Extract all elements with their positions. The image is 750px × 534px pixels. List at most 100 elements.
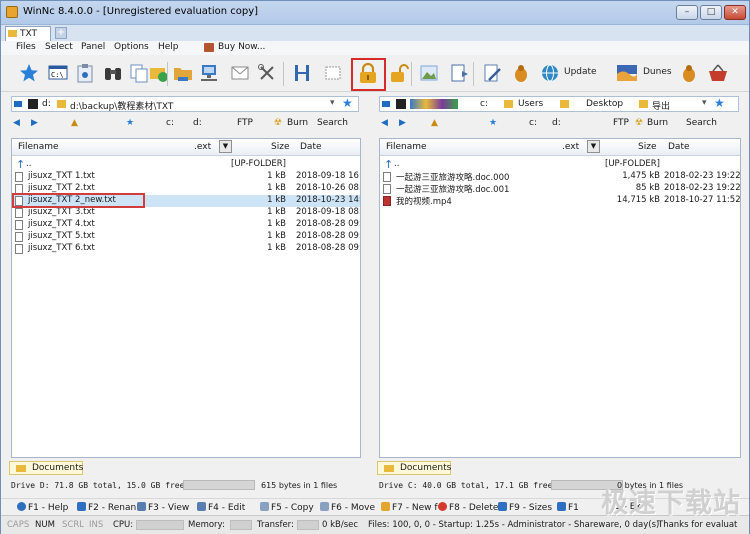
network-computer-icon[interactable] (197, 60, 221, 86)
up-folder-icon[interactable]: ▲ (71, 118, 78, 128)
bug-icon[interactable] (677, 60, 701, 86)
folder-network-icon[interactable] (171, 60, 195, 86)
col-filename[interactable]: Filename (386, 142, 427, 152)
drive-c-button[interactable]: c: (166, 118, 174, 128)
f3-view-button[interactable]: F3 - View (137, 502, 189, 513)
ftp-button[interactable]: FTP (237, 118, 253, 128)
column-dropdown-button[interactable]: ▼ (219, 140, 232, 153)
left-file-panel[interactable]: Filename .ext ▼ Size Date ↑.. [UP-FOLDER]… (11, 138, 361, 458)
column-dropdown-button[interactable]: ▼ (587, 140, 600, 153)
file-row[interactable]: 我的视频.mp4 14,715 kB 2018-10-27 11:52 (380, 195, 740, 207)
envelope-compress-icon[interactable] (228, 60, 252, 86)
favorite-star-icon[interactable]: ★ (714, 96, 725, 110)
page-icon[interactable] (321, 60, 345, 86)
file-row[interactable]: ↑.. [UP-FOLDER] (380, 159, 740, 171)
dunes-icon[interactable] (615, 60, 639, 86)
file-name: .. (26, 159, 32, 169)
file-row[interactable]: jisuxz_TXT 3.txt 1 kB 2018-09-18 08:31 (12, 207, 360, 219)
left-address-bar[interactable]: d: d:\backup\教程素材\TXT ▾ ★ (11, 96, 359, 112)
file-row[interactable]: 一起游三亚旅游攻略.doc.000 1,475 kB 2018-02-23 19:2… (380, 171, 740, 183)
f6-move-button[interactable]: F6 - Move (320, 502, 375, 513)
split-file-icon[interactable] (255, 60, 279, 86)
path-desktop[interactable]: Desktop (586, 99, 623, 109)
unlock-icon[interactable] (387, 60, 411, 86)
shopping-basket-icon[interactable] (706, 60, 730, 86)
close-button[interactable]: ✕ (724, 5, 746, 20)
clipboard-info-icon[interactable] (73, 60, 97, 86)
menu-help[interactable]: Help (158, 42, 179, 52)
binoculars-icon[interactable] (101, 60, 125, 86)
dropdown-icon[interactable]: ▾ (330, 98, 335, 108)
documents-tab[interactable]: Documents (9, 461, 83, 475)
back-arrow-icon[interactable] (382, 101, 390, 107)
menu-select[interactable]: Select (45, 42, 73, 52)
edit-document-icon[interactable] (480, 60, 504, 86)
right-file-panel[interactable]: Filename .ext ▼ Size Date ↑.. [UP-FOLDER]… (379, 138, 741, 458)
documents-tab[interactable]: Documents (377, 461, 451, 475)
nav-back-icon[interactable]: ◀ (13, 118, 20, 128)
file-row[interactable]: jisuxz_TXT 5.txt 1 kB 2018-08-28 09:20 (12, 231, 360, 243)
file-row[interactable]: jisuxz_TXT 6.txt 1 kB 2018-08-28 09:20 (12, 243, 360, 255)
file-row[interactable]: jisuxz_TXT 1.txt 1 kB 2018-09-18 16:37 (12, 171, 360, 183)
dropdown-icon[interactable]: ▾ (702, 98, 707, 108)
f8-delete-button[interactable]: F8 - Delete (438, 502, 498, 513)
search-button[interactable]: Search (317, 118, 348, 128)
favorite-star-icon[interactable]: ★ (126, 118, 134, 128)
title-bar[interactable]: WinNc 8.4.0.0 - [Unregistered evaluation… (1, 1, 749, 25)
maximize-button[interactable]: □ (700, 5, 722, 20)
f5-copy-button[interactable]: F5 - Copy (260, 502, 314, 513)
f4-edit-button[interactable]: F4 - Edit (197, 502, 245, 513)
col-ext[interactable]: .ext (194, 142, 211, 152)
menu-buy-now[interactable]: Buy Now... (218, 42, 265, 52)
menu-panel[interactable]: Panel (81, 42, 105, 52)
col-ext[interactable]: .ext (562, 142, 579, 152)
favorites-star-icon[interactable] (17, 60, 41, 86)
minimize-button[interactable]: – (676, 5, 698, 20)
col-size[interactable]: Size (638, 142, 656, 152)
menu-files[interactable]: Files (16, 42, 36, 52)
burn-button[interactable]: Burn (287, 118, 308, 128)
favorite-star-icon[interactable]: ★ (342, 96, 353, 110)
path-drive[interactable]: c: (480, 99, 488, 109)
file-row[interactable]: ↑.. [UP-FOLDER] (12, 159, 360, 171)
tab-txt[interactable]: TXT (5, 26, 51, 41)
favorite-star-icon[interactable]: ★ (489, 118, 497, 128)
picture-icon[interactable] (417, 60, 441, 86)
menu-options[interactable]: Options (114, 42, 149, 52)
command-prompt-icon[interactable]: C:\ (46, 60, 70, 86)
update-label[interactable]: Update (564, 67, 597, 77)
drive-c-button[interactable]: c: (529, 118, 537, 128)
f2-rename-button[interactable]: F2 - Renan (77, 502, 136, 513)
globe-update-icon[interactable] (538, 60, 562, 86)
burn-button[interactable]: Burn (647, 118, 668, 128)
num-indicator: NUM (35, 520, 55, 530)
up-folder-icon[interactable]: ▲ (431, 118, 438, 128)
path-users[interactable]: Users (518, 99, 543, 109)
ftp-button[interactable]: FTP (613, 118, 629, 128)
add-tab-button[interactable]: + (55, 27, 67, 39)
path-export[interactable]: 导出 (652, 99, 670, 112)
bug-icon[interactable] (509, 60, 533, 86)
col-size[interactable]: Size (271, 142, 289, 152)
folder-icon (57, 100, 66, 108)
col-date[interactable]: Date (668, 142, 690, 152)
drive-d-button[interactable]: d: (552, 118, 561, 128)
col-filename[interactable]: Filename (18, 142, 59, 152)
f7-new-folder-button[interactable]: F7 - New f (381, 502, 438, 513)
search-button[interactable]: Search (686, 118, 717, 128)
f9-sizes-button[interactable]: F9 - Sizes (498, 502, 552, 513)
dunes-label[interactable]: Dunes (643, 67, 672, 77)
back-arrow-icon[interactable] (14, 101, 22, 107)
nav-forward-icon[interactable]: ▶ (31, 118, 38, 128)
file-row[interactable]: 一起游三亚旅游攻略.doc.001 85 kB 2018-02-23 19:22 (380, 183, 740, 195)
file-row[interactable]: jisuxz_TXT 4.txt 1 kB 2018-08-28 09:20 (12, 219, 360, 231)
nav-back-icon[interactable]: ◀ (381, 118, 388, 128)
drive-d-button[interactable]: d: (193, 118, 202, 128)
ruler-icon[interactable] (290, 60, 314, 86)
col-date[interactable]: Date (300, 142, 322, 152)
document-play-icon[interactable] (447, 60, 471, 86)
right-address-bar[interactable]: c: Users Desktop 导出 ▾ ★ (379, 96, 739, 112)
nav-forward-icon[interactable]: ▶ (399, 118, 406, 128)
f1-help-button[interactable]: F1 - Help (17, 502, 68, 513)
left-path[interactable]: d:\backup\教程素材\TXT (70, 99, 173, 112)
